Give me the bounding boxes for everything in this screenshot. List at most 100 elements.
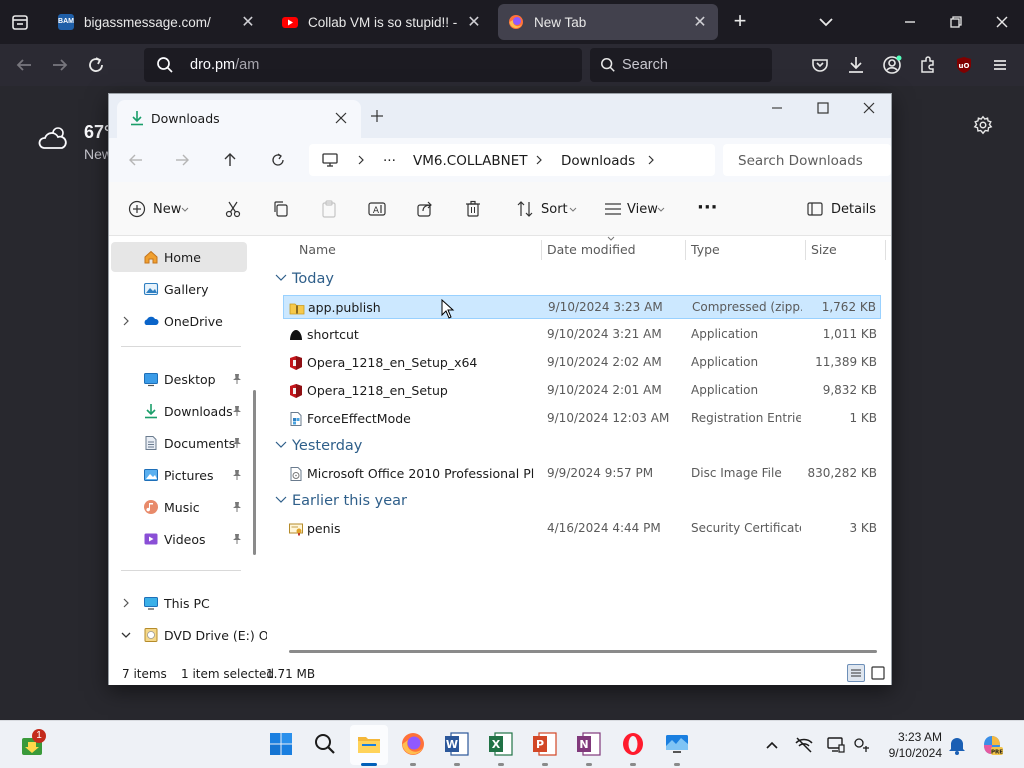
sidebar-item-home[interactable]: Home [111,242,247,272]
powerpoint-icon[interactable]: P [532,731,558,757]
pocket-icon[interactable] [808,53,832,77]
delete-icon[interactable] [463,199,483,219]
start-icon[interactable] [268,731,294,757]
file-row-opera-setup-x64[interactable]: Opera_1218_en_Setup_x64 9/10/2024 2:02 A… [283,351,881,375]
view-button[interactable]: View [627,202,658,217]
copilot-preview-icon[interactable]: PRE [980,733,1004,757]
close-window-icon[interactable] [861,100,877,116]
sidebar-scrollbar[interactable] [253,390,256,555]
sidebar-item-music[interactable]: Music [111,492,247,522]
account-icon[interactable] [880,53,904,77]
file-row-shortcut[interactable]: shortcut 9/10/2024 3:21 AM Application 1… [283,323,881,347]
column-divider[interactable] [885,240,886,260]
chevron-right-icon[interactable] [121,597,131,609]
browser-tab-new-tab[interactable]: New Tab ✕ [498,4,718,40]
add-tab-icon[interactable] [369,108,385,124]
sidebar-item-dvd-drive[interactable]: DVD Drive (E:) O [111,620,269,650]
remote-desktop-icon[interactable] [664,731,690,757]
search-downloads-input[interactable]: Search Downloads [723,144,891,176]
breadcrumb[interactable]: ··· VM6.COLLABNET Downloads [309,144,715,176]
list-all-tabs-icon[interactable] [814,10,838,34]
details-view-button[interactable] [847,664,865,682]
column-header-name[interactable]: Name [299,242,336,257]
web-search-input[interactable]: Search [590,48,772,82]
gear-icon[interactable] [972,114,994,136]
new-tab-button[interactable]: + [728,10,752,34]
sidebar-item-onedrive[interactable]: OneDrive [111,306,247,336]
file-row-opera-setup[interactable]: Opera_1218_en_Setup 9/10/2024 2:01 AM Ap… [283,379,881,403]
breadcrumb-overflow[interactable]: ··· [383,153,396,169]
reload-icon[interactable] [84,53,108,77]
rename-icon[interactable]: A [367,199,387,219]
more-options-button[interactable]: ··· [697,197,718,218]
copy-icon[interactable] [271,199,291,219]
downloads-icon[interactable] [844,53,868,77]
maximize-icon[interactable] [815,100,831,116]
new-button[interactable]: New [153,202,181,217]
paste-icon[interactable] [319,199,339,219]
back-icon[interactable] [127,151,145,169]
ublock-origin-icon[interactable]: uO [952,53,976,77]
refresh-icon[interactable] [269,151,287,169]
details-button[interactable]: Details [831,202,876,217]
system-clock[interactable]: 3:23 AM 9/10/2024 [878,729,942,761]
display-icon[interactable] [826,735,846,755]
group-header-yesterday[interactable]: Yesterday [275,438,362,454]
restore-icon[interactable] [944,10,968,34]
language-settings-icon[interactable] [852,735,872,755]
chevron-up-icon[interactable] [764,738,780,752]
excel-icon[interactable]: X [488,731,514,757]
chevron-down-icon[interactable] [121,629,131,641]
close-tab-icon[interactable] [333,110,349,126]
details-pane-icon[interactable] [805,199,825,219]
column-header-type[interactable]: Type [691,242,720,257]
forward-icon[interactable] [48,53,72,77]
word-icon[interactable]: W [444,731,470,757]
file-row-certificate[interactable]: penis 4/16/2024 4:44 PM Security Certifi… [283,517,881,541]
tiles-view-button[interactable] [869,664,887,682]
file-explorer-icon[interactable] [356,731,382,757]
breadcrumb-computer[interactable]: VM6.COLLABNET [413,153,528,169]
group-header-earlier-this-year[interactable]: Earlier this year [275,493,407,509]
share-icon[interactable] [415,199,435,219]
close-icon[interactable]: ✕ [692,12,708,32]
close-window-icon[interactable] [990,10,1014,34]
minimize-icon[interactable] [769,100,785,116]
onenote-icon[interactable]: N [576,731,602,757]
column-divider[interactable] [805,240,806,260]
new-icon[interactable] [127,199,147,219]
sort-icon[interactable] [515,199,535,219]
extensions-icon[interactable] [916,53,940,77]
file-row-office-2010-iso[interactable]: Microsoft Office 2010 Professional Plus … [283,462,881,486]
close-icon[interactable]: ✕ [240,12,256,32]
url-bar[interactable]: dro.pm/am [144,48,582,82]
sidebar-item-pictures[interactable]: Pictures [111,460,247,490]
search-icon[interactable] [312,731,338,757]
menu-icon[interactable] [988,53,1012,77]
notification-bell-icon[interactable] [948,735,966,755]
minimize-icon[interactable] [898,10,922,34]
forward-icon[interactable] [173,151,191,169]
group-header-today[interactable]: Today [275,271,334,287]
explorer-tab-downloads[interactable]: Downloads [117,100,361,138]
network-offline-icon[interactable] [794,735,814,755]
column-divider[interactable] [541,240,542,260]
up-icon[interactable] [221,151,239,169]
sidebar-item-downloads[interactable]: Downloads [111,396,247,426]
sidebar-item-videos[interactable]: Videos [111,524,247,554]
horizontal-scrollbar[interactable] [289,650,877,653]
chevron-right-icon[interactable] [121,315,131,327]
back-icon[interactable] [12,53,36,77]
sidebar-item-documents[interactable]: Documents [111,428,247,458]
sidebar-item-desktop[interactable]: Desktop [111,364,247,394]
browser-tab-bigassmessage[interactable]: BAM bigassmessage.com/ ✕ [48,4,266,40]
column-header-size[interactable]: Size [811,242,837,257]
column-divider[interactable] [685,240,686,260]
column-header-date-modified[interactable]: Date modified [547,242,636,257]
sidebar-item-gallery[interactable]: Gallery [111,274,247,304]
breadcrumb-folder[interactable]: Downloads [561,153,635,169]
sidebar-item-this-pc[interactable]: This PC [111,588,247,618]
view-icon[interactable] [603,199,623,219]
file-row-app-publish[interactable]: app.publish 9/10/2024 3:23 AM Compressed… [283,295,881,319]
opera-icon[interactable] [620,731,646,757]
